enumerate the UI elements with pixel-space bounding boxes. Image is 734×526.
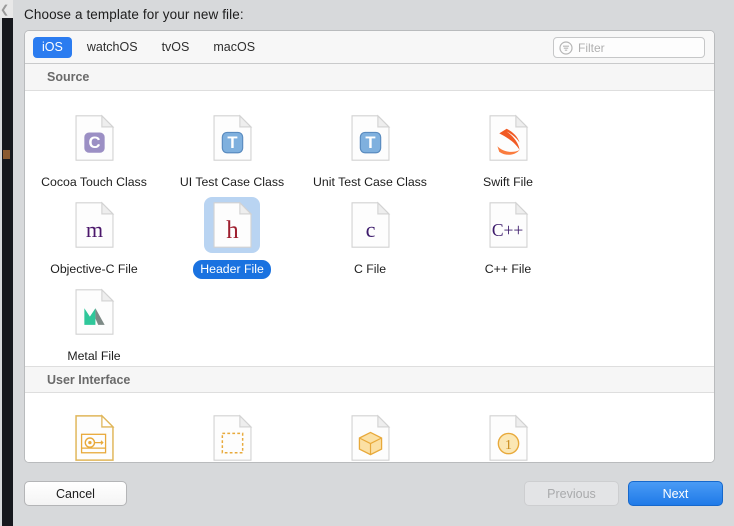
template-label: Metal File bbox=[67, 349, 121, 363]
template-label: C++ File bbox=[484, 262, 532, 276]
template-label: Swift File bbox=[483, 175, 533, 189]
gutter-marker bbox=[3, 150, 10, 159]
previous-button[interactable]: Previous bbox=[524, 481, 619, 506]
filter-placeholder: Filter bbox=[578, 40, 605, 55]
cocoa-touch-class-icon: C bbox=[66, 110, 122, 166]
tab-watchos[interactable]: watchOS bbox=[78, 37, 147, 58]
cancel-button[interactable]: Cancel bbox=[24, 481, 127, 506]
template-cpp-file[interactable]: C++ C++ File bbox=[439, 192, 577, 279]
tab-tvos[interactable]: tvOS bbox=[153, 37, 199, 58]
svg-text:C: C bbox=[88, 133, 100, 152]
template-cocoa-touch-class[interactable]: C Cocoa Touch Class bbox=[25, 105, 163, 192]
c-file-icon: c bbox=[342, 197, 398, 253]
template-label: Unit Test Case Class bbox=[313, 175, 427, 189]
svg-text:m: m bbox=[85, 217, 102, 242]
template-ui-test-case-class[interactable]: T UI Test Case Class bbox=[163, 105, 301, 192]
cpp-file-icon: C++ bbox=[480, 197, 536, 253]
empty-icon bbox=[342, 410, 398, 462]
section-header-user-interface: User Interface bbox=[25, 366, 714, 393]
template-c-file[interactable]: c C File bbox=[301, 192, 439, 279]
filter-input[interactable]: Filter bbox=[553, 37, 705, 58]
source-grid: C Cocoa Touch Class T UI Test Case Class… bbox=[25, 91, 714, 366]
svg-text:h: h bbox=[226, 217, 239, 244]
next-button[interactable]: Next bbox=[628, 481, 723, 506]
template-panel: iOS watchOS tvOS macOS Filter Source C C… bbox=[24, 30, 715, 463]
editor-gutter-strip bbox=[2, 0, 13, 526]
tab-macos[interactable]: macOS bbox=[204, 37, 264, 58]
template-list: Source C Cocoa Touch Class T UI Test Cas… bbox=[25, 64, 714, 462]
template-unit-test-case-class[interactable]: T Unit Test Case Class bbox=[301, 105, 439, 192]
chevron-left-icon[interactable]: ❮ bbox=[0, 4, 10, 16]
template-objective-c-file[interactable]: m Objective-C File bbox=[25, 192, 163, 279]
page-title: Choose a template for your new file: bbox=[24, 7, 244, 22]
template-header-file[interactable]: h Header File bbox=[163, 192, 301, 279]
template-view[interactable]: View bbox=[163, 405, 301, 462]
storyboard-icon bbox=[66, 410, 122, 462]
view-icon bbox=[204, 410, 260, 462]
template-storyboard[interactable]: Storyboard bbox=[25, 405, 163, 462]
template-empty[interactable]: Empty bbox=[301, 405, 439, 462]
unit-test-case-class-icon: T bbox=[342, 110, 398, 166]
template-swift-file[interactable]: Swift File bbox=[439, 105, 577, 192]
tab-ios[interactable]: iOS bbox=[33, 36, 72, 58]
template-launch-screen[interactable]: 1 Launch Screen bbox=[439, 405, 577, 462]
user-interface-grid: Storyboard View bbox=[25, 393, 714, 462]
svg-text:T: T bbox=[365, 133, 375, 152]
template-metal-file[interactable]: Metal File bbox=[25, 279, 163, 366]
platform-tabbar: iOS watchOS tvOS macOS Filter bbox=[25, 31, 714, 64]
svg-text:1: 1 bbox=[505, 437, 512, 452]
launch-screen-icon: 1 bbox=[480, 410, 536, 462]
header-file-icon: h bbox=[204, 197, 260, 253]
template-label: Cocoa Touch Class bbox=[41, 175, 147, 189]
svg-text:c: c bbox=[365, 217, 375, 242]
section-title: Source bbox=[47, 70, 90, 84]
section-title: User Interface bbox=[47, 372, 131, 387]
template-label: Header File bbox=[193, 260, 271, 279]
objective-c-file-icon: m bbox=[66, 197, 122, 253]
swift-file-icon bbox=[480, 110, 536, 166]
template-label: UI Test Case Class bbox=[179, 175, 285, 189]
ui-test-case-class-icon: T bbox=[204, 110, 260, 166]
screen: ❮ Choose a template for your new file: i… bbox=[0, 0, 734, 526]
template-label: C File bbox=[353, 262, 387, 276]
section-header-source: Source bbox=[25, 64, 714, 91]
metal-file-icon bbox=[66, 284, 122, 340]
svg-text:C++: C++ bbox=[491, 220, 523, 240]
template-chooser-sheet: Choose a template for your new file: iOS… bbox=[13, 0, 734, 526]
svg-text:T: T bbox=[227, 133, 237, 152]
filter-circle-icon bbox=[559, 40, 573, 55]
template-label: Objective-C File bbox=[50, 262, 138, 276]
